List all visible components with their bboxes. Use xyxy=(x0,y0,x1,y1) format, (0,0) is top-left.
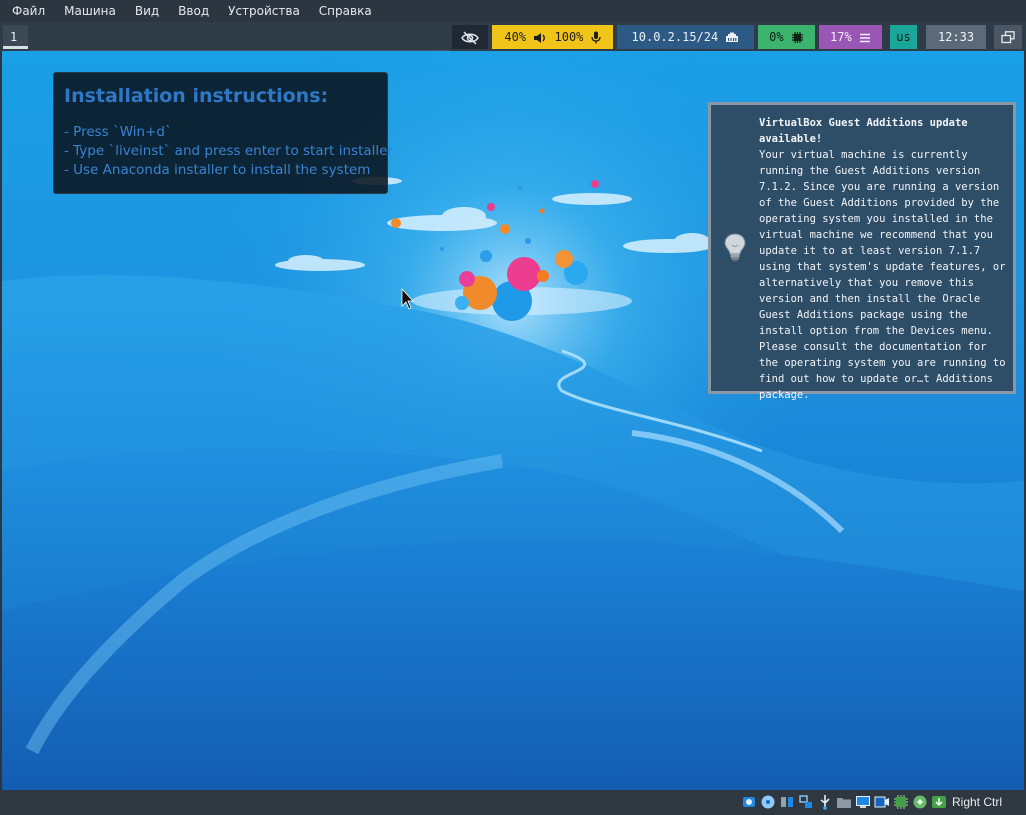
mouse-integration-icon[interactable] xyxy=(912,794,928,810)
volume-value: 40% xyxy=(504,30,527,44)
privacy-block[interactable] xyxy=(452,25,488,49)
shared-folder-icon[interactable] xyxy=(836,794,852,810)
instruction-line: - Press `Win+d` xyxy=(64,124,172,140)
instructions-title: Installation instructions: xyxy=(64,85,329,107)
keyboard-layout-block[interactable]: us xyxy=(890,25,917,49)
notification-body: Your virtual machine is currently runnin… xyxy=(759,149,1006,401)
microphone-icon xyxy=(590,31,601,44)
vm-statusbar: Right Ctrl xyxy=(0,790,1026,815)
guest-status-bar: 1 40% 100% 10.0.2.15/24 0% 17% us 12:33 xyxy=(0,22,1026,53)
host-key-label: Right Ctrl xyxy=(952,795,1003,809)
audio-icon[interactable] xyxy=(779,794,795,810)
workspace-button[interactable]: 1 xyxy=(3,25,28,49)
cpu-value: 0% xyxy=(769,30,784,44)
audio-block[interactable]: 40% 100% xyxy=(492,25,613,49)
menu-view[interactable]: Вид xyxy=(128,0,166,22)
network-block[interactable]: 10.0.2.15/24 xyxy=(617,25,754,49)
menu-file[interactable]: Файл xyxy=(5,0,52,22)
memory-icon xyxy=(859,33,870,42)
keyboard-capture-icon[interactable] xyxy=(931,794,947,810)
ip-address: 10.0.2.15/24 xyxy=(631,30,719,44)
memory-block[interactable]: 17% xyxy=(819,25,882,49)
instruction-line: - Type `liveinst` and press enter to sta… xyxy=(64,143,394,159)
optical-drive-icon[interactable] xyxy=(760,794,776,810)
windows-icon xyxy=(1001,31,1015,44)
vm-menubar: Файл Машина Вид Ввод Устройства Справка xyxy=(0,0,1026,22)
video-capture-icon[interactable] xyxy=(874,794,890,810)
clock[interactable]: 12:33 xyxy=(926,25,986,49)
eye-off-icon xyxy=(461,30,479,45)
cpu-block[interactable]: 0% xyxy=(758,25,815,49)
hard-disk-icon[interactable] xyxy=(741,794,757,810)
display-icon[interactable] xyxy=(855,794,871,810)
ethernet-icon xyxy=(726,32,739,42)
mic-value: 100% xyxy=(554,30,584,44)
network-icon[interactable] xyxy=(798,794,814,810)
memory-value: 17% xyxy=(830,30,852,44)
speaker-icon xyxy=(534,32,546,43)
menu-help[interactable]: Справка xyxy=(312,0,379,22)
guest-additions-notification[interactable]: VirtualBox Guest Additions update availa… xyxy=(708,102,1016,401)
instruction-line: - Use Anaconda installer to install the … xyxy=(64,162,371,178)
notification-title: VirtualBox Guest Additions update availa… xyxy=(759,117,968,145)
menu-input[interactable]: Ввод xyxy=(171,0,216,22)
desktop[interactable]: Installation instructions: - Press `Win+… xyxy=(2,51,1024,790)
cpu-icon[interactable] xyxy=(893,794,909,810)
installation-instructions-panel: Installation instructions: - Press `Win+… xyxy=(53,72,394,194)
menu-machine[interactable]: Машина xyxy=(57,0,123,22)
menu-devices[interactable]: Устройства xyxy=(221,0,307,22)
usb-icon[interactable] xyxy=(817,794,833,810)
lightbulb-icon xyxy=(724,233,746,262)
window-switcher-block[interactable] xyxy=(994,25,1022,49)
chip-icon xyxy=(791,32,803,43)
